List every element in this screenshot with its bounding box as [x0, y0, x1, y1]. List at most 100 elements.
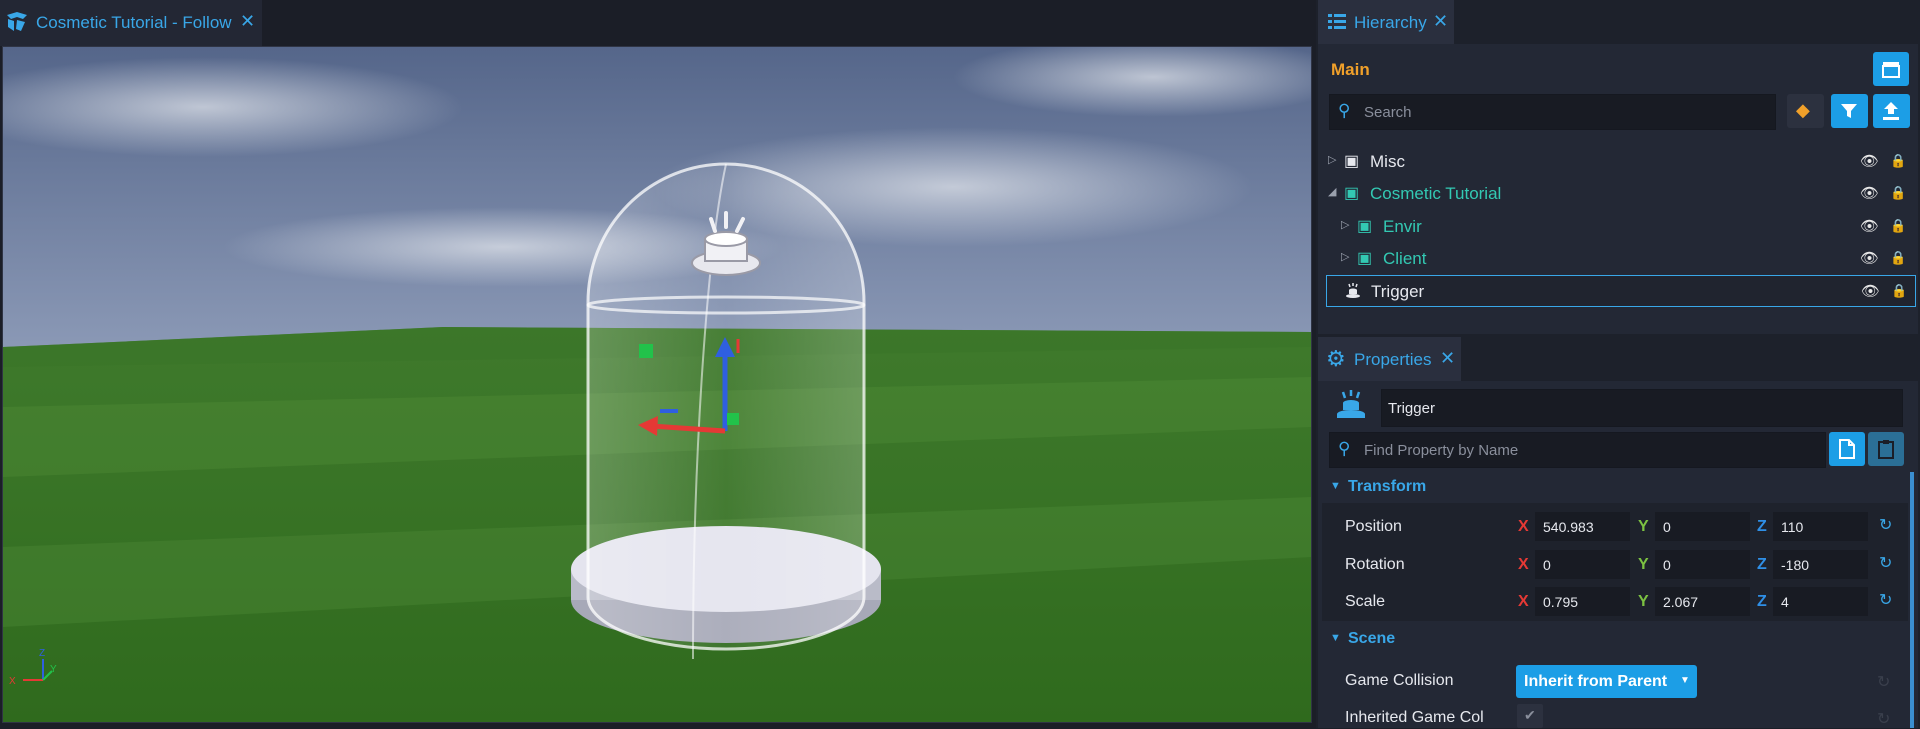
rotation-y-field[interactable]: 0 — [1655, 550, 1750, 579]
reset-icon[interactable]: ↻ — [1877, 672, 1890, 692]
y-axis-label: Y — [1638, 593, 1649, 610]
clapperboard-icon — [1882, 62, 1900, 78]
property-search-placeholder: Find Property by Name — [1364, 442, 1519, 459]
object-name-field[interactable]: Trigger — [1381, 389, 1903, 427]
hierarchy-search-input[interactable]: ⚲ Search — [1329, 94, 1776, 130]
tree-item-client[interactable]: ▷ ▣ Client 👁 🔒 — [1322, 243, 1912, 273]
x-axis-label: X — [1518, 556, 1529, 573]
object-name-value: Trigger — [1388, 400, 1435, 417]
viewport-tab-title: Cosmetic Tutorial - Follow — [36, 13, 232, 32]
cube-add-icon: ◆ — [1796, 100, 1810, 120]
tree-item-envir[interactable]: ▷ ▣ Envir 👁 🔒 — [1322, 211, 1912, 241]
gizmo-z-label: Z — [39, 648, 45, 659]
eye-icon[interactable]: 👁 — [1861, 282, 1880, 300]
expand-arrow-icon[interactable]: ▷ — [1341, 250, 1349, 263]
upload-button[interactable] — [1873, 94, 1910, 128]
position-z-field[interactable]: 110 — [1773, 512, 1868, 541]
filter-button[interactable] — [1831, 94, 1868, 128]
upload-icon — [1883, 102, 1899, 120]
expand-arrow-icon[interactable]: ▷ — [1341, 218, 1349, 231]
properties-scrollbar[interactable] — [1910, 472, 1914, 728]
scene-render: Z X Y — [3, 47, 1311, 722]
tree-item-label: Cosmetic Tutorial — [1370, 184, 1502, 203]
lock-icon[interactable]: 🔒 — [1890, 218, 1906, 234]
z-axis-label: Z — [1757, 593, 1767, 610]
transform-section-header[interactable]: ▼ Transform — [1322, 475, 1904, 501]
rotation-label: Rotation — [1345, 556, 1405, 573]
lock-icon[interactable]: 🔒 — [1891, 283, 1907, 299]
lock-icon[interactable]: 🔒 — [1890, 250, 1906, 266]
tree-item-cosmetic-tutorial[interactable]: ◢ ▣ Cosmetic Tutorial 👁 🔒 — [1322, 178, 1912, 208]
y-axis-label: Y — [1638, 518, 1649, 535]
position-x-field[interactable]: 540.983 — [1535, 512, 1630, 541]
rotation-x-field[interactable]: 0 — [1535, 550, 1630, 579]
search-icon: ⚲ — [1338, 439, 1351, 458]
folder-icon: ▣ — [1357, 250, 1373, 267]
scene-settings-button[interactable] — [1873, 52, 1909, 86]
scale-y-field[interactable]: 2.067 — [1655, 587, 1750, 616]
gizmo-y-label: Y — [50, 664, 57, 675]
reset-icon[interactable]: ↻ — [1879, 515, 1892, 535]
tree-item-label: Trigger — [1371, 282, 1425, 301]
hierarchy-tab[interactable]: Hierarchy ✕ — [1318, 0, 1454, 44]
paste-button[interactable] — [1868, 432, 1904, 466]
rotation-z-field[interactable]: -180 — [1773, 550, 1868, 579]
x-axis-label: X — [1518, 518, 1529, 535]
collapse-arrow-icon[interactable]: ◢ — [1328, 185, 1336, 198]
tree-item-misc[interactable]: ▷ ▣ Misc 👁 🔒 — [1322, 146, 1912, 176]
folder-icon: ▣ — [1357, 218, 1373, 235]
reset-icon[interactable]: ↻ — [1879, 553, 1892, 573]
scale-z-field[interactable]: 4 — [1773, 587, 1868, 616]
tree-item-trigger[interactable]: Trigger 👁 🔒 — [1326, 275, 1916, 307]
folder-icon: ▣ — [1344, 153, 1360, 170]
eye-icon[interactable]: 👁 — [1860, 249, 1879, 267]
collapse-arrow-icon: ▼ — [1330, 480, 1341, 492]
hierarchy-list-icon — [1328, 14, 1346, 29]
position-label: Position — [1345, 518, 1402, 535]
tree-item-label: Envir — [1383, 217, 1422, 236]
close-icon[interactable]: ✕ — [1440, 348, 1455, 369]
section-title: Scene — [1348, 630, 1396, 647]
inherited-game-collision-label: Inherited Game Col — [1345, 709, 1484, 726]
hierarchy-root-label: Main — [1331, 60, 1370, 79]
z-axis-label: Z — [1757, 518, 1767, 535]
copy-button[interactable] — [1829, 432, 1865, 466]
y-axis-label: Y — [1638, 556, 1649, 573]
inherited-checkbox: ✔ — [1517, 704, 1543, 728]
scale-x-field[interactable]: 0.795 — [1535, 587, 1630, 616]
collapse-arrow-icon: ▼ — [1330, 632, 1341, 644]
property-search-input[interactable]: ⚲ Find Property by Name — [1329, 432, 1826, 468]
gizmo-x-label: X — [9, 676, 16, 687]
game-collision-label: Game Collision — [1345, 672, 1454, 689]
lock-icon[interactable]: 🔒 — [1890, 185, 1906, 201]
eye-icon[interactable]: 👁 — [1860, 217, 1879, 235]
x-axis-label: X — [1518, 593, 1529, 610]
eye-icon[interactable]: 👁 — [1860, 152, 1879, 170]
reset-icon[interactable]: ↻ — [1879, 590, 1892, 610]
eye-icon[interactable]: 👁 — [1860, 184, 1879, 202]
search-placeholder: Search — [1364, 104, 1412, 121]
trigger-icon — [1346, 283, 1360, 298]
add-object-button[interactable]: ◆ — [1787, 94, 1824, 128]
reset-icon[interactable]: ↻ — [1877, 709, 1890, 729]
viewport-tab[interactable]: Cosmetic Tutorial - Follow ✕ — [0, 0, 262, 46]
properties-tab-title: Properties — [1354, 350, 1432, 369]
scene-viewport[interactable]: Z X Y — [2, 46, 1312, 723]
game-collision-dropdown[interactable]: Inherit from Parent ▼ — [1516, 665, 1697, 698]
z-axis-label: Z — [1757, 556, 1767, 573]
properties-tab[interactable]: ⚙ Properties ✕ — [1318, 337, 1461, 381]
tree-item-label: Client — [1383, 249, 1427, 268]
scale-label: Scale — [1345, 593, 1386, 610]
position-y-field[interactable]: 0 — [1655, 512, 1750, 541]
hierarchy-tab-title: Hierarchy — [1354, 13, 1427, 32]
close-icon[interactable]: ✕ — [240, 11, 255, 32]
lock-icon[interactable]: 🔒 — [1890, 153, 1906, 169]
tree-item-label: Misc — [1370, 152, 1405, 171]
trigger-object-icon — [1337, 390, 1365, 418]
expand-arrow-icon[interactable]: ▷ — [1328, 153, 1336, 166]
game-collision-value: Inherit from Parent — [1524, 673, 1668, 690]
checkmark-icon: ✔ — [1524, 707, 1536, 723]
close-icon[interactable]: ✕ — [1433, 11, 1448, 32]
chevron-down-icon: ▼ — [1680, 675, 1690, 686]
scene-section-header[interactable]: ▼ Scene — [1322, 627, 1904, 653]
